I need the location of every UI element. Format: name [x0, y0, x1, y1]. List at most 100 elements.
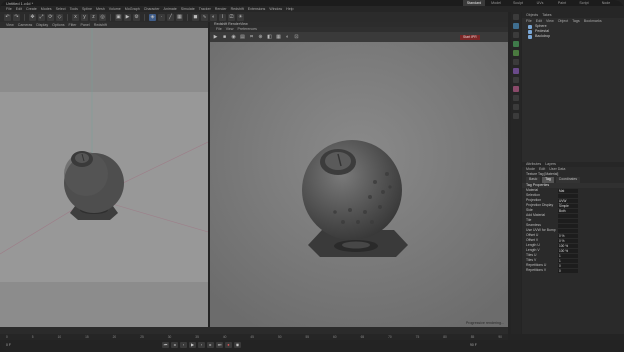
tool-icon-7[interactable] [513, 68, 519, 74]
model-mode-icon[interactable]: ◈ [149, 13, 156, 21]
tool-icon-11[interactable] [513, 104, 519, 110]
timeline-track[interactable] [0, 327, 508, 334]
toolbar-divider [110, 13, 111, 21]
light-icon[interactable]: ☀ [237, 13, 244, 21]
toolbar-divider [187, 13, 188, 21]
stop-icon[interactable]: ■ [221, 33, 228, 41]
attribute-value-field[interactable]: 100 % [558, 243, 578, 248]
current-frame[interactable]: 0 F [6, 343, 11, 347]
attribute-value-field[interactable] [558, 193, 578, 198]
render-view-icon[interactable]: ▣ [115, 13, 122, 21]
snapshot-icon[interactable]: ◉ [230, 33, 237, 41]
attribute-value-field[interactable]: UVW Mapping [558, 198, 578, 207]
tool-icon-12[interactable] [513, 113, 519, 119]
tool-icon-2[interactable] [513, 23, 519, 29]
tool-icon-8[interactable] [513, 77, 519, 83]
cube-icon[interactable]: ◼ [192, 13, 199, 21]
save-icon[interactable]: ▤ [239, 33, 246, 41]
subtab-coordinates[interactable]: Coordinates [555, 177, 581, 183]
objects-menu-view[interactable]: View [546, 18, 554, 24]
world-coords-icon[interactable]: ◎ [99, 13, 106, 21]
toolbar-divider [67, 13, 68, 21]
tool-icon-9[interactable] [513, 86, 519, 92]
tool-icon-3[interactable] [513, 32, 519, 38]
zoom-icon[interactable]: ⊕ [257, 33, 264, 41]
render-view[interactable]: Redshift RenderView File View Preference… [210, 22, 508, 327]
toolbar-divider [144, 13, 145, 21]
prev-frame-icon[interactable]: ‹ [180, 342, 187, 348]
tool-icon-6[interactable] [513, 59, 519, 65]
tool-icon-4[interactable] [513, 41, 519, 47]
x-axis-icon[interactable]: x [72, 13, 79, 21]
objects-menu-file[interactable]: File [526, 18, 532, 24]
compare-icon[interactable]: ◧ [266, 33, 273, 41]
transport-bar: 0 F ⏮ ◂ ‹ ▶ › ▸ ⏭ ● ◉ 90 F [0, 340, 624, 352]
attribute-value-field[interactable]: 0 % [558, 238, 578, 243]
end-frame[interactable]: 90 F [470, 343, 477, 347]
object-row[interactable]: Backdrop [522, 34, 624, 39]
go-to-start-icon[interactable]: ⏮ [162, 342, 169, 348]
attribute-label: Repetitions V [526, 268, 547, 272]
attribute-value-field[interactable]: Both [558, 208, 578, 213]
attributes-panel: Attributes Layers Mode Edit User Data Te… [522, 162, 624, 334]
next-frame-icon[interactable]: › [198, 342, 205, 348]
attribute-value-field[interactable]: Mat [558, 188, 578, 193]
points-mode-icon[interactable]: · [158, 13, 165, 21]
grid-icon[interactable]: ▦ [275, 33, 282, 41]
object-name: Backdrop [535, 34, 551, 38]
attribute-value-field[interactable] [558, 228, 578, 233]
attribute-value-field[interactable] [558, 218, 578, 223]
perspective-viewport[interactable]: View Cameras Display Options Filter Pane… [0, 22, 208, 334]
attribute-value-field[interactable]: 0 [558, 268, 578, 273]
nurbs-icon[interactable]: ◐ [210, 13, 217, 21]
record-icon[interactable]: ● [225, 342, 232, 348]
app-window: Untitled 1.c4d * Standard Model Sculpt U… [0, 0, 624, 352]
rotate-tool-icon[interactable]: ⟳ [47, 13, 54, 21]
attribute-value-field[interactable] [558, 213, 578, 218]
undo-icon[interactable]: ↶ [4, 13, 11, 21]
channel-icon[interactable]: ◐ [284, 33, 291, 41]
attribute-value-field[interactable]: Simple [558, 203, 578, 208]
objects-menu-object[interactable]: Object [558, 18, 568, 24]
scale-tool-icon[interactable]: ⤢ [38, 13, 45, 21]
spline-icon[interactable]: ∿ [201, 13, 208, 21]
attribute-value-field[interactable]: 0 [558, 263, 578, 268]
objects-menu-bookmarks[interactable]: Bookmarks [584, 18, 602, 24]
z-axis-icon[interactable]: z [90, 13, 97, 21]
toolbar-divider [24, 13, 25, 21]
polygons-mode-icon[interactable]: ▦ [176, 13, 183, 21]
attribute-row: Repetitions V 0 [522, 268, 624, 273]
prev-key-icon[interactable]: ◂ [171, 342, 178, 348]
viewport-scene [0, 28, 208, 255]
attribute-value-field[interactable] [558, 223, 578, 228]
play-icon[interactable]: ▶ [189, 342, 196, 348]
attribute-value-field[interactable]: 1 [558, 253, 578, 258]
objects-menu-tags[interactable]: Tags [572, 18, 580, 24]
next-key-icon[interactable]: ▸ [207, 342, 214, 348]
attribute-value-field[interactable]: 1 [558, 258, 578, 263]
camera-icon[interactable]: ⎚ [228, 13, 235, 21]
y-axis-icon[interactable]: y [81, 13, 88, 21]
play-icon[interactable]: ▶ [212, 33, 219, 41]
viewport-canvas[interactable] [0, 28, 208, 334]
render-settings-icon[interactable]: ⚙ [133, 13, 140, 21]
render-canvas[interactable]: Progressive rendering... [210, 42, 508, 327]
tool-icon-1[interactable] [513, 14, 519, 20]
redo-icon[interactable]: ↷ [13, 13, 20, 21]
render-active-icon[interactable]: ▶ [124, 13, 131, 21]
crop-icon[interactable]: ⌗ [248, 33, 255, 41]
tool-icon-5[interactable] [513, 50, 519, 56]
attribute-value-field[interactable]: 100 % [558, 248, 578, 253]
lock-icon[interactable]: ⊡ [293, 33, 300, 41]
attribute-value-field[interactable]: 0 % [558, 233, 578, 238]
autokey-icon[interactable]: ◉ [234, 342, 241, 348]
move-tool-icon[interactable]: ✥ [29, 13, 36, 21]
select-tool-icon[interactable]: ◇ [56, 13, 63, 21]
tool-icon-10[interactable] [513, 95, 519, 101]
deformer-icon[interactable]: ⌇ [219, 13, 226, 21]
start-ipr-button[interactable]: Start IPR [460, 35, 480, 40]
sphere-icon [528, 24, 532, 29]
go-to-end-icon[interactable]: ⏭ [216, 342, 223, 348]
edges-mode-icon[interactable]: ╱ [167, 13, 174, 21]
render-status: Progressive rendering... [465, 321, 504, 325]
